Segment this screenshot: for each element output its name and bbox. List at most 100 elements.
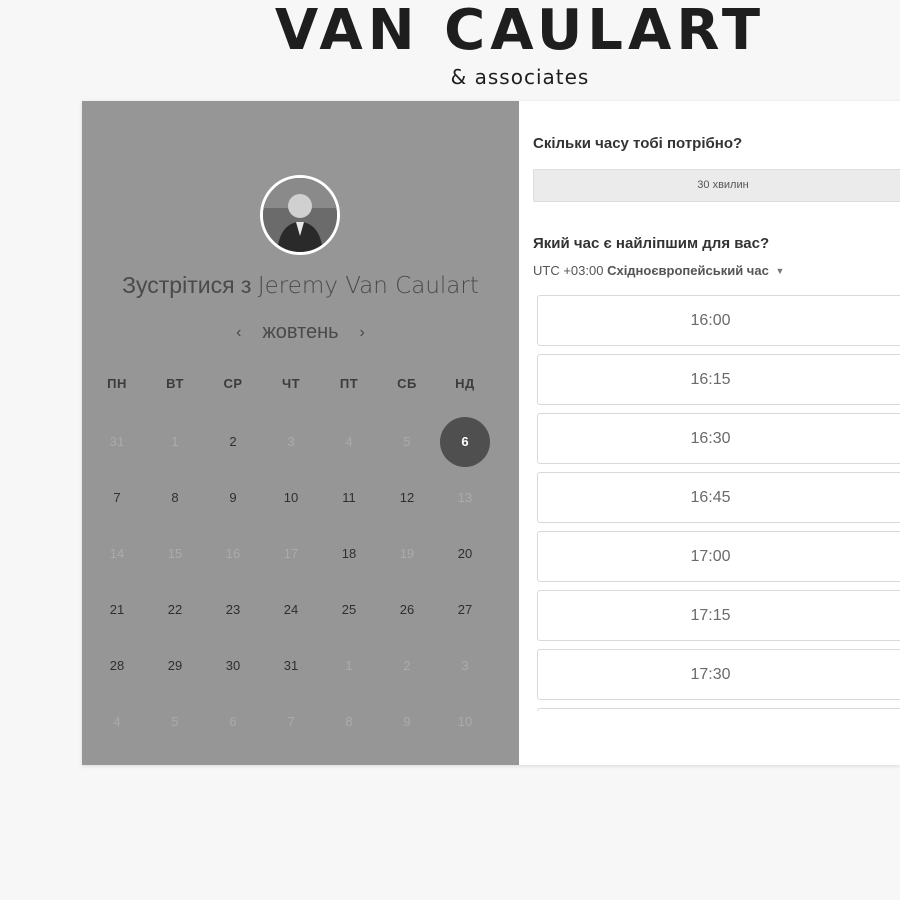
time-slot-button[interactable]: 16:30	[537, 413, 900, 464]
calendar-day: 15	[146, 526, 204, 582]
calendar-day-number: 4	[345, 434, 353, 449]
calendar-day[interactable]: 20	[436, 526, 494, 582]
calendar-day-number: 15	[167, 546, 183, 561]
calendar-day-number: 19	[399, 546, 415, 561]
calendar-day-number: 7	[287, 714, 295, 729]
calendar-day: 9	[378, 694, 436, 750]
calendar-day-number: 10	[283, 490, 299, 505]
calendar-day-number: 9	[403, 714, 411, 729]
duration-select[interactable]: 30 хвилин	[533, 169, 900, 202]
time-slot-label: 16:00	[690, 312, 731, 329]
calendar-day: 8	[320, 694, 378, 750]
time-slot-label: 16:45	[690, 489, 731, 506]
calendar-day[interactable]: 26	[378, 582, 436, 638]
calendar-day[interactable]: 25	[320, 582, 378, 638]
calendar-day[interactable]: 9	[204, 470, 262, 526]
timezone-offset: UTC +03:00	[533, 263, 604, 278]
calendar-day[interactable]: 29	[146, 638, 204, 694]
chevron-left-icon[interactable]: ‹	[229, 324, 249, 342]
time-slot-label: 17:15	[690, 607, 731, 624]
brand-title: VAN CAULART	[274, 0, 766, 63]
calendar-day-number: 2	[229, 434, 237, 449]
calendar-day[interactable]: 28	[88, 638, 146, 694]
calendar-day[interactable]: 2	[204, 414, 262, 470]
time-slot-button[interactable]: 17:00	[537, 531, 900, 582]
person-photo-icon	[263, 178, 337, 252]
time-slot-button[interactable]: 16:15	[537, 354, 900, 405]
calendar-day: 5	[378, 414, 436, 470]
calendar-day[interactable]: 23	[204, 582, 262, 638]
calendar-day-number: 22	[167, 602, 183, 617]
calendar-day[interactable]: 30	[204, 638, 262, 694]
weekday-label: СБ	[397, 376, 417, 391]
time-selection-panel: Скільки часу тобі потрібно? 30 хвилин Як…	[519, 101, 900, 765]
calendar-day: 7	[262, 694, 320, 750]
calendar-day[interactable]: 7	[88, 470, 146, 526]
booking-card: Зустрітися з Jeremy Van Caulart ‹ жовтен…	[82, 101, 900, 765]
time-slot-list: 16:00 16:15 16:30 16:45 17:00 17:15 17:30	[537, 295, 900, 711]
calendar-grid: 31 1 2 3 4 5 6 7 8 9 10 11 12 13 14 15 16 17 18 19 20 21 22 23 2…	[88, 414, 508, 750]
calendar-day[interactable]: 8	[146, 470, 204, 526]
calendar-day-number: 4	[113, 714, 121, 729]
chevron-right-icon[interactable]: ›	[352, 324, 372, 342]
time-slot-label: 16:15	[690, 371, 731, 388]
time-question: Який час є найліпшим для вас?	[533, 235, 770, 252]
calendar-day-number: 10	[457, 714, 473, 729]
calendar-day: 10	[436, 694, 494, 750]
calendar-day[interactable]: 22	[146, 582, 204, 638]
weekday-label: ПТ	[339, 376, 359, 391]
calendar-day[interactable]: 21	[88, 582, 146, 638]
calendar-day-number: 28	[109, 658, 125, 673]
calendar-day[interactable]: 11	[320, 470, 378, 526]
calendar-day-number: 13	[457, 490, 473, 505]
calendar-day[interactable]: 24	[262, 582, 320, 638]
timezone-selector[interactable]: UTC +03:00 Східноєвропейський час ▼	[533, 263, 784, 278]
calendar-day: 16	[204, 526, 262, 582]
calendar-day[interactable]: 18	[320, 526, 378, 582]
calendar-day-number: 29	[167, 658, 183, 673]
time-slot-button[interactable]	[537, 708, 900, 711]
calendar-day-number: 3	[461, 658, 469, 673]
calendar-day-number: 31	[283, 658, 299, 673]
caret-down-icon: ▼	[775, 266, 785, 276]
time-slot-button[interactable]: 17:30	[537, 649, 900, 700]
time-slot-button[interactable]: 16:45	[537, 472, 900, 523]
calendar-day-number: 12	[399, 490, 415, 505]
month-navigation: ‹ жовтень ›	[82, 321, 519, 345]
calendar-day[interactable]: 27	[436, 582, 494, 638]
month-label: жовтень	[262, 321, 339, 343]
calendar-day: 2	[378, 638, 436, 694]
host-name: Jeremy Van Caulart	[257, 273, 479, 299]
calendar-day-number: 25	[341, 602, 357, 617]
calendar-day-number: 31	[109, 434, 125, 449]
calendar-day-number: 1	[345, 658, 353, 673]
calendar-day-number: 24	[283, 602, 299, 617]
time-slot-button[interactable]: 17:15	[537, 590, 900, 641]
time-slot-label: 17:00	[690, 548, 731, 565]
time-slot-button[interactable]: 16:00	[537, 295, 900, 346]
calendar-day-number: 6	[440, 417, 490, 467]
brand-header: VAN CAULART & associates	[0, 0, 900, 100]
calendar-day: 31	[88, 414, 146, 470]
calendar-day[interactable]: 31	[262, 638, 320, 694]
calendar-day-number: 9	[229, 490, 237, 505]
time-slot-label: 16:30	[690, 430, 731, 447]
calendar-day-selected[interactable]: 6	[436, 414, 494, 470]
calendar-day-number: 14	[109, 546, 125, 561]
calendar-day: 13	[436, 470, 494, 526]
calendar-panel: Зустрітися з Jeremy Van Caulart ‹ жовтен…	[82, 101, 519, 765]
calendar-day[interactable]: 10	[262, 470, 320, 526]
calendar-day-number: 6	[229, 714, 237, 729]
calendar-day: 3	[262, 414, 320, 470]
calendar-day: 19	[378, 526, 436, 582]
calendar-day-number: 27	[457, 602, 473, 617]
brand-subtitle: & associates	[450, 65, 590, 89]
calendar-day[interactable]: 12	[378, 470, 436, 526]
weekday-label: СР	[223, 376, 243, 391]
weekday-label: НД	[455, 376, 475, 391]
calendar-day-number: 5	[403, 434, 411, 449]
calendar-day-number: 18	[341, 546, 357, 561]
time-slot-label: 17:30	[690, 666, 731, 683]
calendar-day-number: 3	[287, 434, 295, 449]
calendar-day-number: 8	[171, 490, 179, 505]
